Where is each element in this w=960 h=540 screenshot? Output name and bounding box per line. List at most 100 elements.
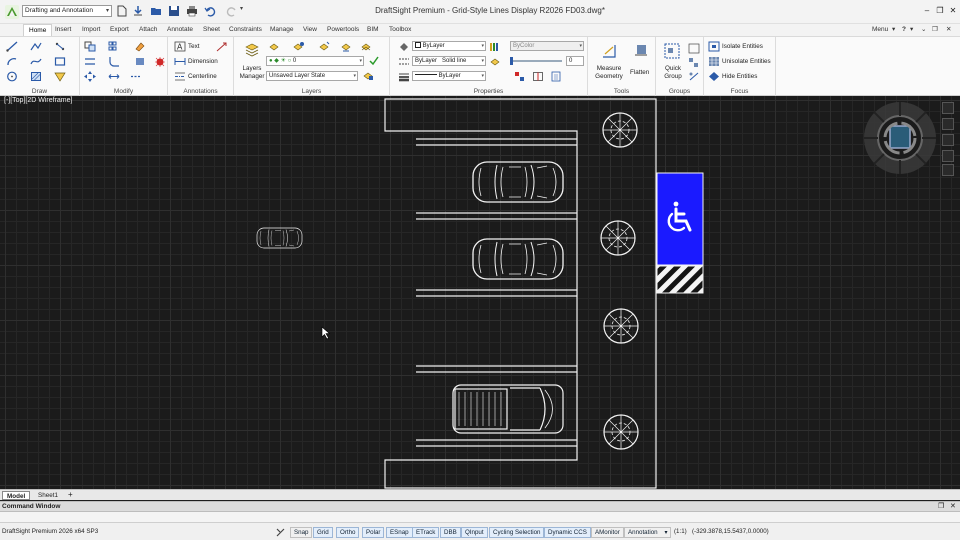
tab-model[interactable]: Model (2, 491, 31, 500)
minimize-icon[interactable]: – (920, 4, 934, 18)
tree-block[interactable] (603, 414, 639, 450)
list-icon[interactable] (550, 71, 562, 82)
redo-icon[interactable] (226, 5, 238, 17)
offset-icon[interactable] (84, 56, 96, 67)
tree-block[interactable] (600, 220, 636, 256)
properties-grid-icon[interactable] (514, 71, 526, 82)
measure-geometry-button[interactable]: Measure Geometry (590, 65, 628, 85)
toggle-ortho[interactable]: Ortho (336, 527, 360, 538)
toggle-amonitor[interactable]: AMonitor (591, 527, 624, 538)
copy-icon[interactable] (84, 41, 96, 52)
car-block[interactable] (256, 227, 303, 249)
line-icon[interactable] (6, 41, 18, 52)
circle-icon[interactable] (6, 71, 18, 82)
spline-icon[interactable] (30, 56, 42, 67)
toggle-snap[interactable]: Snap (290, 527, 313, 538)
lineweight-select[interactable]: ByLayer ▾ (412, 71, 486, 81)
toggle-dbb[interactable]: DBB (440, 527, 461, 538)
layer-freeze-icon[interactable] (340, 41, 352, 52)
tree-block[interactable] (603, 308, 639, 344)
hide-entities-button[interactable]: Hide Entities (722, 71, 757, 82)
tab-manage[interactable]: Manage (265, 24, 299, 36)
float-window-icon[interactable]: ❐ (938, 502, 944, 510)
add-sheet-icon[interactable]: + (64, 491, 77, 500)
view-pan-icon[interactable] (942, 118, 954, 130)
view-settings-icon[interactable] (942, 164, 954, 176)
doc-restore-icon[interactable]: ❐ (932, 24, 938, 36)
tab-powertools[interactable]: Powertools (322, 24, 364, 36)
measure-icon[interactable] (601, 43, 617, 59)
isolate-entities-button[interactable]: Isolate Entities (722, 41, 763, 52)
new-document-icon[interactable] (116, 5, 128, 17)
toggle-grid[interactable]: Grid (313, 527, 333, 538)
drawing-viewport[interactable]: [-][Top][2D Wireframe] (0, 96, 960, 489)
doc-close-icon[interactable]: ✕ (946, 24, 951, 36)
save-icon[interactable] (168, 5, 180, 17)
layers-manager-icon[interactable] (244, 42, 260, 58)
car-block[interactable] (472, 161, 564, 203)
ungroup-icon[interactable] (688, 71, 700, 82)
accessible-parking-sign[interactable] (656, 172, 704, 266)
transparency-input[interactable]: 0 (566, 56, 584, 66)
tree-block[interactable] (602, 112, 638, 148)
match-properties-icon[interactable] (489, 56, 501, 67)
tab-constraints[interactable]: Constraints (224, 24, 267, 36)
quick-group-button[interactable]: Quick Group (660, 65, 686, 85)
erase-icon[interactable] (134, 41, 146, 52)
entity-snap-icon[interactable] (276, 528, 285, 537)
close-icon[interactable]: ✕ (950, 502, 956, 510)
layers-manager-label[interactable]: Layers Manager (239, 65, 265, 85)
tab-view[interactable]: View (298, 24, 322, 36)
toggle-esnap[interactable]: ESnap (386, 527, 413, 538)
help-icon[interactable]: ? (902, 24, 906, 36)
restore-icon[interactable]: ❐ (933, 4, 947, 18)
stretch-icon[interactable] (108, 71, 120, 82)
properties-panel-icon[interactable] (532, 71, 544, 82)
tab-sheet[interactable]: Sheet (198, 24, 225, 36)
car-block[interactable] (472, 238, 564, 280)
color-select[interactable]: ByLayer ▾ (412, 41, 486, 51)
rectangle-icon[interactable] (54, 56, 66, 67)
undo-icon[interactable] (204, 5, 216, 17)
print-icon[interactable] (186, 5, 198, 17)
unisolate-entities-button[interactable]: Unisolate Entities (722, 56, 771, 67)
group-edit-icon[interactable] (688, 43, 700, 54)
slider-thumb[interactable] (510, 57, 513, 65)
layer-isolate-icon[interactable] (292, 41, 304, 52)
explode-icon[interactable] (134, 56, 146, 67)
truck-block[interactable] (452, 384, 564, 434)
ribbon-collapse-icon[interactable]: ⌄ (921, 24, 926, 36)
tab-sheet1[interactable]: Sheet1 (34, 491, 62, 500)
array-icon[interactable] (108, 41, 120, 52)
group-manage-icon[interactable] (688, 57, 700, 68)
open-dropdown-icon[interactable] (132, 5, 144, 17)
layer-state-manager-icon[interactable] (362, 70, 374, 81)
color-bars-icon[interactable] (489, 41, 501, 52)
triangle-icon[interactable] (54, 71, 66, 82)
customize-quick-access-icon[interactable]: ▾ (240, 5, 252, 17)
workspace-select[interactable]: Drafting and Annotation ▾ (22, 5, 112, 17)
toggle-dynamic-ccs[interactable]: Dynamic CCS (544, 527, 591, 538)
move-icon[interactable] (84, 71, 96, 82)
linestyle-select[interactable]: ByLayer Solid line ▾ (412, 56, 486, 66)
tab-bim[interactable]: BIM (362, 24, 384, 36)
text-button[interactable]: Text (188, 41, 200, 52)
menu-button[interactable]: Menu (872, 24, 888, 36)
layer-match-icon[interactable] (318, 41, 330, 52)
tab-toolbox[interactable]: Toolbox (384, 24, 416, 36)
trim-icon[interactable] (130, 71, 142, 82)
current-layer-select[interactable]: ● ◆ ☀ ○ 0 ▾ (266, 56, 364, 66)
parking-lot-drawing[interactable] (0, 96, 960, 489)
annotation-scale-select[interactable]: Annotation ▾ (624, 527, 671, 538)
flatten-button[interactable]: Flatten (630, 67, 649, 78)
toggle-cycling-selection[interactable]: Cycling Selection (489, 527, 545, 538)
toggle-polar[interactable]: Polar (362, 527, 385, 538)
close-icon[interactable]: ✕ (946, 4, 960, 18)
point-icon[interactable] (54, 41, 66, 52)
arc-icon[interactable] (6, 56, 18, 67)
toggle-etrack[interactable]: ETrack (412, 527, 440, 538)
hatch-icon[interactable] (30, 71, 42, 82)
layer-state-select[interactable]: Unsaved Layer State ▾ (266, 71, 358, 81)
tab-attach[interactable]: Attach (134, 24, 162, 36)
toggle-qinput[interactable]: QInput (461, 527, 488, 538)
